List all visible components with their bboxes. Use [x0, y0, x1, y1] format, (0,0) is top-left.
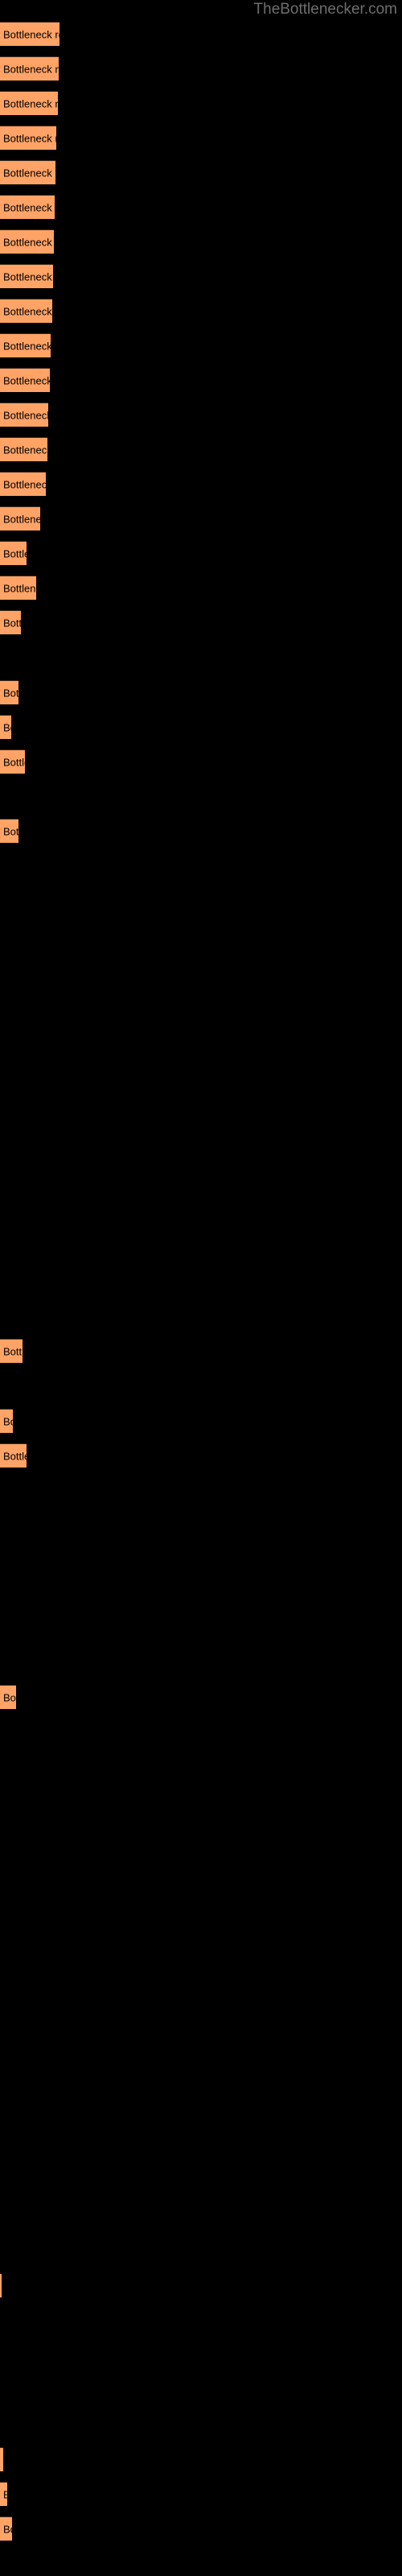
bar-30[interactable]: Bottleneck result [0, 2516, 12, 2541]
bar-1[interactable]: Bottleneck result [0, 22, 59, 46]
bar-label: Bottleneck result [3, 2488, 7, 2500]
bar-15[interactable]: Bottleneck result [0, 506, 40, 530]
bar-label: Bottleneck result [3, 1691, 16, 1703]
bar-label: Bottleneck result [3, 270, 53, 283]
bar-2[interactable]: Bottleneck result [0, 56, 59, 80]
bar-label: Bottleneck result [3, 167, 55, 179]
bar-24[interactable]: Bottleneck result [0, 1409, 13, 1433]
bar-29[interactable]: Bottleneck result [0, 2482, 7, 2506]
bar-10[interactable]: Bottleneck result [0, 333, 51, 357]
bar-14[interactable]: Bottleneck result [0, 472, 46, 496]
bar-17[interactable]: Bottleneck result [0, 576, 36, 600]
bar-22[interactable]: Bottleneck result [0, 819, 18, 843]
bottleneck-bar-chart: TheBottlenecker.com Bottleneck resultBot… [0, 0, 402, 2576]
bar-label: Bottleneck result [3, 305, 52, 317]
bar-label: Bottleneck result [3, 547, 27, 559]
bar-label: Bottleneck result [3, 340, 51, 352]
bar-23[interactable]: Bottleneck result [0, 1339, 23, 1363]
bar-28[interactable]: Bottleneck result [0, 2447, 3, 2471]
bar-label: Bottleneck result [3, 201, 55, 213]
bar-label: Bottleneck result [3, 97, 58, 109]
bar-25[interactable]: Bottleneck result [0, 1443, 27, 1468]
bar-label: Bottleneck result [3, 478, 46, 490]
bar-label: Bottleneck result [3, 756, 25, 768]
bar-label: Bottleneck result [3, 2523, 12, 2535]
bar-label: Bottleneck result [3, 825, 18, 837]
bar-label: Bottleneck result [3, 63, 59, 75]
bar-label: Bottleneck result [3, 1345, 23, 1357]
plot-area: Bottleneck result Bottleneck result Bottle… [0, 0, 402, 2576]
bar-11[interactable]: Bottleneck result [0, 368, 50, 392]
bar-label: Bottleneck result [3, 1450, 27, 1462]
bar-label: Bottleneck result [3, 28, 59, 40]
bar-8[interactable]: Bottleneck result [0, 264, 53, 288]
bar-18[interactable]: Bottleneck result [0, 610, 21, 634]
bar-6[interactable]: Bottleneck result [0, 195, 55, 219]
bar-27[interactable]: Bottleneck result [0, 2273, 2, 2297]
bar-16[interactable]: Bottleneck result [0, 541, 27, 565]
bar-label: Bottleneck result [3, 687, 18, 699]
bar-label: Bottleneck result [3, 582, 36, 594]
bar-9[interactable]: Bottleneck result [0, 299, 52, 323]
bar-label: Bottleneck result [3, 1415, 13, 1427]
bar-13[interactable]: Bottleneck result [0, 437, 47, 461]
bar-label: Bottleneck result [3, 132, 56, 144]
bar-12[interactable]: Bottleneck result [0, 402, 48, 427]
bar-20[interactable]: Bottleneck result [0, 715, 11, 739]
bar-label: Bottleneck result [3, 617, 21, 629]
bar-label: Bottleneck result [3, 374, 50, 386]
bar-label: Bottleneck result [3, 513, 40, 525]
bar-21[interactable]: Bottleneck result [0, 749, 25, 774]
bar-5[interactable]: Bottleneck result [0, 160, 55, 184]
bar-7[interactable]: Bottleneck result [0, 229, 54, 254]
bar-label: Bottleneck result [3, 444, 47, 456]
bar-4[interactable]: Bottleneck result [0, 126, 56, 150]
bar-19[interactable]: Bottleneck result [0, 680, 18, 704]
bar-label: Bottleneck result [3, 721, 11, 733]
bar-label: Bottleneck result [3, 409, 48, 421]
bar-3[interactable]: Bottleneck result [0, 91, 58, 115]
bar-26[interactable]: Bottleneck result [0, 1685, 16, 1709]
bar-label: Bottleneck result [3, 236, 54, 248]
